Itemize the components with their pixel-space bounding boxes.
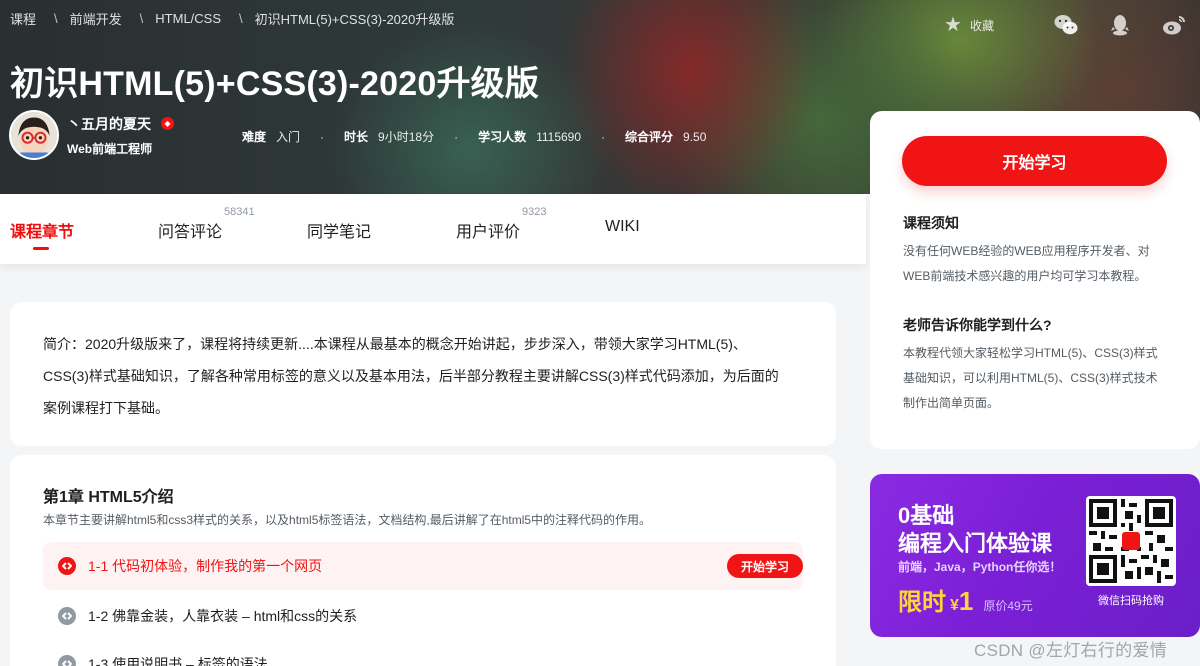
intro-line: 简介：2020升级版来了，课程将持续更新....本课程从最基本的概念开始讲起，步… <box>43 336 747 352</box>
tab-reviews[interactable]: 用户评价 9323 <box>456 206 546 242</box>
chapter-card: 第1章 HTML5介绍 本章节主要讲解html5和css3样式的关系，以及htm… <box>10 455 836 666</box>
notice-line: WEB前端技术感兴趣的用户均可学习本教程。 <box>903 269 1147 283</box>
promo-banner[interactable]: 0基础 编程入门体验课 前端，Java，Python任你选！ 限时 ¥ 1 原价… <box>870 474 1200 637</box>
chapter-desc: 本章节主要讲解html5和css3样式的关系，以及html5标签语法，文档结构,… <box>43 513 652 527</box>
course-title: 初识HTML(5)+CSS(3)-2020升级版 <box>10 65 540 103</box>
meta-key-learners: 学习人数 <box>478 130 527 144</box>
tab-count-badge: 9323 <box>522 206 547 218</box>
tab-count-badge: 58341 <box>224 206 255 218</box>
breadcrumb-item-courses[interactable]: 课程 <box>10 9 36 28</box>
meta-value-difficulty: 入门 <box>276 130 301 144</box>
promo-subheadline: 编程入门体验课 <box>898 531 1053 556</box>
breadcrumb-item-htmlcss[interactable]: HTML/CSS <box>155 11 221 26</box>
code-icon <box>58 607 76 625</box>
star-icon: ★ <box>944 14 962 36</box>
tab-wiki[interactable]: WIKI <box>605 218 640 236</box>
meta-key-difficulty: 难度 <box>242 130 267 144</box>
active-tab-indicator <box>33 247 49 250</box>
learn-text: 本教程代领大家轻松学习HTML(5)、CSS(3)样式 基础知识，可以利用HTM… <box>903 341 1183 416</box>
meta-separator: · <box>601 129 606 144</box>
learn-line: 制作出简单页面。 <box>903 396 1000 410</box>
meta-value-learners: 1115690 <box>536 129 582 144</box>
teacher-text: 丶五月的夏天 ◆ Web前端工程师 <box>67 114 174 157</box>
notice-title: 课程须知 <box>903 215 959 231</box>
teacher-job: Web前端工程师 <box>67 141 153 156</box>
lesson-title: 1-1 代码初体验，制作我的第一个网页 <box>88 558 323 574</box>
tab-label: 用户评价 <box>456 224 521 241</box>
meta-separator: · <box>454 129 459 144</box>
qr-caption: 微信扫码抢购 <box>1098 595 1164 607</box>
intro-line: 案例课程打下基础。 <box>43 400 169 416</box>
chapter-title: 第1章 HTML5介绍 <box>43 489 174 506</box>
notice-text: 没有任何WEB经验的WEB应用程序开发者、对 WEB前端技术感兴趣的用户均可学习… <box>903 239 1183 289</box>
qq-icon[interactable] <box>1108 14 1132 36</box>
tab-label: 问答评论 <box>158 224 223 241</box>
meta-value-duration: 9小时18分 <box>378 130 435 144</box>
code-icon <box>58 655 76 666</box>
teacher-name-row: 丶五月的夏天 ◆ <box>67 114 174 134</box>
code-icon <box>58 557 76 575</box>
tab-label: 同学笔记 <box>307 224 372 241</box>
tab-qa[interactable]: 问答评论 58341 <box>158 206 255 242</box>
tab-label: 课程章节 <box>10 224 75 241</box>
meta-key-rating: 综合评分 <box>625 130 674 144</box>
breadcrumb: 课程 \ 前端开发 \ HTML/CSS \ 初识HTML(5)+CSS(3)-… <box>10 9 454 28</box>
tab-label: WIKI <box>605 218 640 235</box>
watermark: CSDN @左灯右行的爱情 <box>974 641 1168 660</box>
app-logo-icon <box>1122 532 1140 550</box>
learn-line: 基础知识，可以利用HTML(5)、CSS(3)样式技术 <box>903 371 1158 385</box>
breadcrumb-separator: \ <box>139 11 144 26</box>
lesson-title: 1-2 佛靠金装，人靠衣装 – html和css的关系 <box>88 608 358 624</box>
lesson-title: 1-3 使用说明书 – 标签的语法 <box>88 656 268 666</box>
weibo-icon[interactable] <box>1162 14 1186 36</box>
promo-tagline: 前端，Java，Python任你选！ <box>898 560 1062 574</box>
share-actions: ★ 收藏 <box>944 14 1186 36</box>
breadcrumb-item-current: 初识HTML(5)+CSS(3)-2020升级版 <box>254 12 455 27</box>
intro-line: CSS(3)样式基础知识，了解各种常用标签的意义以及基本用法，后半部分教程主要讲… <box>43 368 779 384</box>
learn-line: 本教程代领大家轻松学习HTML(5)、CSS(3)样式 <box>903 346 1158 360</box>
favorite-label: 收藏 <box>969 18 994 33</box>
teacher-name[interactable]: 丶五月的夏天 <box>67 114 151 134</box>
breadcrumb-item-frontend[interactable]: 前端开发 <box>70 9 122 28</box>
lesson-item[interactable]: 1-1 代码初体验，制作我的第一个网页 开始学习 <box>43 542 803 590</box>
promo-original-price: 原价49元 <box>983 599 1033 613</box>
favorite-button[interactable]: ★ 收藏 <box>944 15 994 35</box>
start-learning-button[interactable]: 开始学习 <box>902 136 1167 186</box>
course-tabs: 课程章节 问答评论 58341 同学笔记 用户评价 9323 WIKI <box>0 194 866 264</box>
lesson-item[interactable]: 1-3 使用说明书 – 标签的语法 <box>43 640 803 666</box>
promo-price-value: 1 <box>958 586 974 616</box>
sidebar-card: 开始学习 课程须知 没有任何WEB经验的WEB应用程序开发者、对 WEB前端技术… <box>870 111 1200 449</box>
lesson-item[interactable]: 1-2 佛靠金装，人靠衣装 – html和css的关系 <box>43 592 803 640</box>
course-meta: 难度 入门 · 时长 9小时18分 · 学习人数 1115690 · 综合评分 … <box>242 128 706 145</box>
meta-value-rating: 9.50 <box>683 129 707 144</box>
qr-code-icon <box>1086 496 1176 586</box>
tab-chapters[interactable]: 课程章节 <box>10 218 74 242</box>
lesson-start-button[interactable]: 开始学习 <box>726 554 803 578</box>
level-badge-icon: ◆ <box>161 117 174 130</box>
promo-limited: 限时 <box>898 589 946 616</box>
breadcrumb-separator: \ <box>239 11 243 26</box>
tab-notes[interactable]: 同学笔记 <box>307 218 371 242</box>
meta-separator: · <box>320 129 325 144</box>
avatar[interactable] <box>9 110 59 160</box>
promo-currency: ¥ <box>950 597 959 614</box>
promo-price: 限时 ¥ 1 原价49元 <box>898 582 1033 617</box>
notice-line: 没有任何WEB经验的WEB应用程序开发者、对 <box>903 244 1150 258</box>
breadcrumb-separator: \ <box>54 11 58 26</box>
teacher-info[interactable]: 丶五月的夏天 ◆ Web前端工程师 <box>9 110 174 160</box>
learn-title: 老师告诉你能学到什么? <box>903 317 1052 333</box>
meta-key-duration: 时长 <box>344 130 369 144</box>
course-intro: 简介：2020升级版来了，课程将持续更新....本课程从最基本的概念开始讲起，步… <box>10 302 836 446</box>
wechat-icon[interactable] <box>1054 14 1078 36</box>
